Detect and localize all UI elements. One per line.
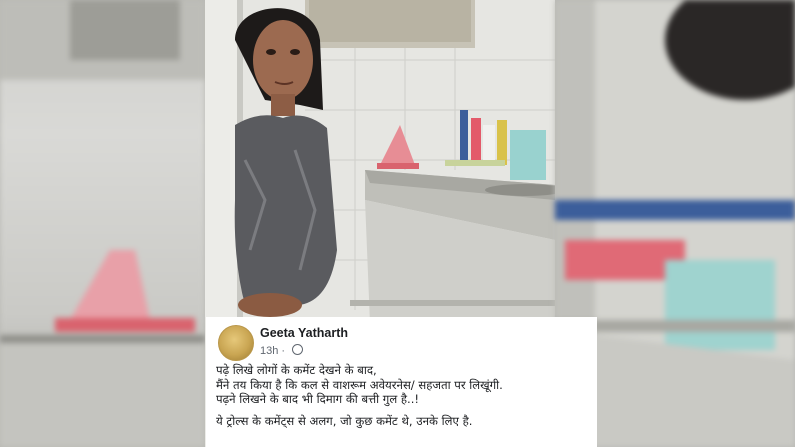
- blurred-background-left: [0, 0, 205, 447]
- post-line: पढ़े लिखे लोगों के कमेंट देखने के बाद,: [216, 363, 377, 377]
- globe-icon: [292, 344, 304, 355]
- author-avatar[interactable]: [218, 325, 254, 361]
- facebook-post-card: Geeta Yatharth 13h · पढ़े लिखे लोगों के …: [206, 317, 597, 447]
- news-image: Geeta Yatharth 13h · पढ़े लिखे लोगों के …: [0, 0, 795, 447]
- post-text: पढ़े लिखे लोगों के कमेंट देखने के बाद, म…: [216, 363, 591, 428]
- meta-separator: ·: [281, 345, 286, 357]
- post-line: ये ट्रोल्स के कमेंट्स से अलग, जो कुछ कमे…: [216, 413, 473, 428]
- post-line: पढ़ने लिखने के बाद भी दिमाग की बत्ती गुल…: [216, 392, 420, 406]
- author-name[interactable]: Geeta Yatharth: [260, 326, 348, 340]
- post-meta: 13h ·: [260, 344, 304, 357]
- post-time[interactable]: 13h: [260, 345, 278, 357]
- post-line: मैंने तय किया है कि कल से वाशरूम अवेयरने…: [216, 377, 503, 392]
